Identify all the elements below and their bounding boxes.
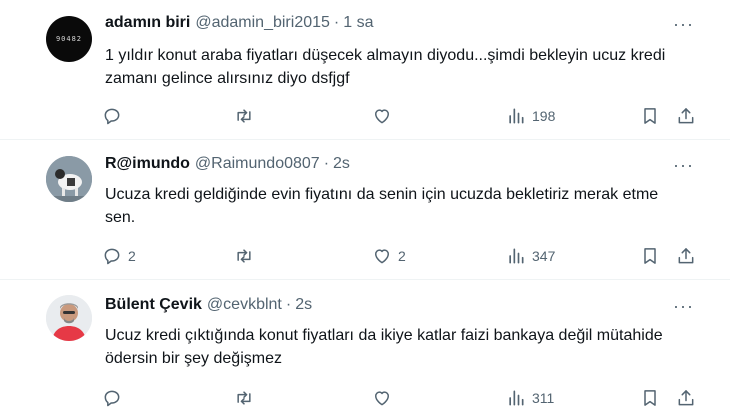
share-icon xyxy=(678,108,694,124)
action-bar: 2 2 347 xyxy=(100,244,700,268)
timestamp[interactable]: 1 sa xyxy=(343,14,373,32)
tweet-text: Ucuz kredi çıktığında konut fiyatları da… xyxy=(105,327,663,367)
like-count: 2 xyxy=(398,248,406,264)
more-options-icon[interactable]: ··· xyxy=(673,14,694,35)
like-button[interactable]: 2 xyxy=(372,244,406,268)
bookmark-icon xyxy=(644,108,656,124)
bookmark-button[interactable] xyxy=(640,104,660,128)
tweet[interactable]: Bülent Çevik @cevkblnt · 2s ··· Ucuz kre… xyxy=(0,280,730,420)
separator-dot: · xyxy=(323,155,330,172)
repost-icon xyxy=(237,109,251,123)
views-count: 311 xyxy=(532,390,555,406)
tweet[interactable]: R@imundo @Raimundo0807 · 2s ··· Ucuza kr… xyxy=(0,140,730,280)
user-handle[interactable]: @Raimundo0807 xyxy=(195,155,320,173)
like-button[interactable] xyxy=(372,386,398,410)
views-count: 347 xyxy=(532,248,556,264)
avatar-text: 90482 xyxy=(55,35,83,43)
repost-icon xyxy=(237,249,251,263)
repost-button[interactable] xyxy=(234,386,260,410)
reply-button[interactable] xyxy=(102,386,128,410)
display-name[interactable]: Bülent Çevik xyxy=(105,296,202,314)
reply-count: 2 xyxy=(128,248,136,264)
bookmark-icon xyxy=(644,248,656,264)
repost-icon xyxy=(237,391,251,405)
views-count: 198 xyxy=(532,108,556,124)
bookmark-icon xyxy=(644,390,656,406)
tweet-header: Bülent Çevik @cevkblnt · 2s xyxy=(105,296,312,318)
views-button[interactable]: 311 xyxy=(506,386,554,410)
reply-button[interactable]: 2 xyxy=(102,244,136,268)
views-button[interactable]: 347 xyxy=(506,244,555,268)
share-icon xyxy=(678,390,694,406)
heart-icon xyxy=(375,109,389,124)
reply-button[interactable] xyxy=(102,104,128,128)
separator-dot: · xyxy=(285,296,292,313)
goat-avatar-image xyxy=(46,156,92,202)
repost-button[interactable] xyxy=(234,244,260,268)
reply-icon xyxy=(104,248,120,265)
timestamp[interactable]: 2s xyxy=(333,155,350,173)
heart-icon xyxy=(375,391,389,406)
share-button[interactable] xyxy=(676,244,696,268)
avatar[interactable] xyxy=(46,295,92,341)
tweet-header: adamın biri @adamin_biri2015 · 1 sa xyxy=(105,14,373,36)
share-icon xyxy=(678,248,694,264)
action-bar: 311 xyxy=(100,386,700,410)
reply-icon xyxy=(104,390,120,407)
views-icon xyxy=(509,248,524,264)
timestamp[interactable]: 2s xyxy=(295,296,312,314)
views-icon xyxy=(509,390,524,406)
views-button[interactable]: 198 xyxy=(506,104,555,128)
avatar[interactable]: 90482 xyxy=(46,16,92,62)
bookmark-button[interactable] xyxy=(640,386,660,410)
action-bar: 198 xyxy=(100,104,700,128)
tweet-text: Ucuza kredi geldiğinde evin fiyatını da … xyxy=(105,186,659,226)
user-handle[interactable]: @cevkblnt xyxy=(207,296,282,314)
tweet[interactable]: 90482 adamın biri @adamin_biri2015 · 1 s… xyxy=(0,0,730,140)
reply-icon xyxy=(104,108,120,125)
display-name[interactable]: adamın biri xyxy=(105,14,190,32)
person-avatar-image xyxy=(46,295,92,341)
share-button[interactable] xyxy=(676,386,696,410)
avatar[interactable] xyxy=(46,156,92,202)
display-name[interactable]: R@imundo xyxy=(105,155,190,173)
more-options-icon[interactable]: ··· xyxy=(673,296,694,317)
share-button[interactable] xyxy=(676,104,696,128)
tweet-header: R@imundo @Raimundo0807 · 2s xyxy=(105,155,350,177)
heart-icon xyxy=(375,249,389,264)
user-handle[interactable]: @adamin_biri2015 xyxy=(195,14,330,32)
more-options-icon[interactable]: ··· xyxy=(673,155,694,176)
separator-dot: · xyxy=(333,14,340,31)
tweet-text: 1 yıldır konut araba fiyatları düşecek a… xyxy=(105,47,666,87)
repost-button[interactable] xyxy=(234,104,260,128)
like-button[interactable] xyxy=(372,104,398,128)
views-icon xyxy=(509,108,524,124)
bookmark-button[interactable] xyxy=(640,244,660,268)
